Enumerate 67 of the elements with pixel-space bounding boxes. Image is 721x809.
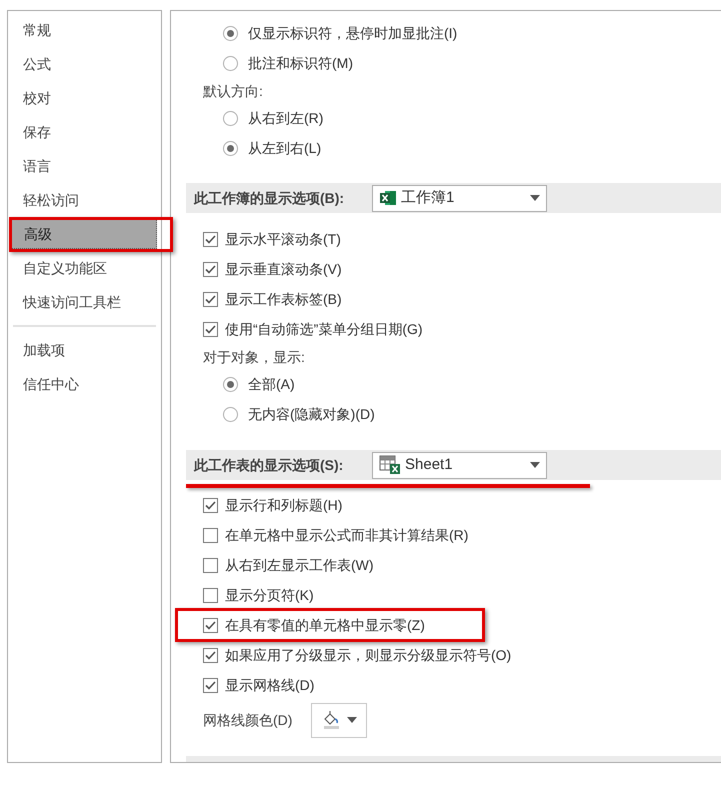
checkbox[interactable]: [203, 648, 218, 663]
sidebar-item[interactable]: 语言: [11, 151, 157, 181]
option-label: 如果应用了分级显示，则显示分级显示符号(O): [225, 646, 512, 665]
group-label: 默认方向:: [203, 82, 263, 101]
caret-icon: [530, 195, 540, 202]
radio-button[interactable]: [223, 111, 238, 126]
option-label: 从右到左(R): [248, 109, 324, 128]
sidebar-item[interactable]: 加载项: [11, 335, 157, 365]
check-icon: [205, 294, 216, 304]
worksheet-icon: [379, 455, 401, 476]
option-label: 从左到右(L): [248, 139, 322, 158]
option-label: 显示分页符(K): [225, 586, 314, 605]
section-title: 此工作簿的显示选项(B):: [194, 188, 346, 208]
option-label: 在单元格中显示公式而非其计算结果(R): [225, 526, 468, 545]
sidebar-item[interactable]: 高级: [11, 219, 157, 249]
check-icon: [205, 680, 216, 690]
sidebar-item[interactable]: 校对: [11, 83, 157, 113]
checkbox[interactable]: [203, 588, 218, 603]
dropdown[interactable]: 工作簿1: [372, 184, 547, 212]
section-title: 此工作表的显示选项(S):: [194, 456, 344, 475]
group-label: 对于对象，显示:: [203, 348, 305, 366]
option-label: 显示网格线(D): [225, 676, 314, 695]
option-label: 无内容(隐藏对象)(D): [248, 404, 375, 424]
option-label: 在具有零值的单元格中显示零(Z): [225, 616, 425, 635]
checkbox[interactable]: [203, 528, 218, 543]
radio-button[interactable]: [223, 26, 238, 42]
option-label: 显示工作表标签(B): [225, 290, 342, 309]
spreadsheet-app-icon: [379, 190, 397, 206]
caret-icon: [530, 462, 540, 468]
option-label: 全部(A): [248, 374, 295, 394]
checkbox[interactable]: [203, 322, 218, 337]
color-picker-button[interactable]: [311, 702, 367, 738]
check-icon: [205, 234, 216, 244]
checkbox[interactable]: [203, 498, 218, 513]
option-label: 显示行和列标题(H): [225, 496, 342, 515]
caret-icon: [347, 717, 357, 724]
option-label: 从右到左显示工作表(W): [225, 556, 374, 575]
sidebar-item[interactable]: 公式: [11, 49, 157, 79]
check-icon: [205, 264, 216, 274]
checkbox[interactable]: [203, 262, 218, 277]
sidebar-item[interactable]: 轻松访问: [11, 185, 157, 215]
checkbox[interactable]: [203, 292, 218, 307]
option-label: 显示水平滚动条(T): [225, 230, 341, 249]
radio-button[interactable]: [223, 376, 238, 392]
option-label: 网格线颜色(D): [203, 710, 294, 730]
radio-button[interactable]: [223, 406, 238, 422]
check-icon: [205, 500, 216, 510]
option-label: 仅显示标识符，悬停时加显批注(I): [248, 24, 458, 44]
paint-bucket-icon: [321, 710, 341, 730]
option-label: 使用“自动筛选”菜单分组日期(G): [225, 320, 423, 339]
option-label: 显示垂直滚动条(V): [225, 260, 342, 279]
radio-button[interactable]: [223, 56, 238, 72]
sidebar-item[interactable]: 自定义功能区: [11, 253, 157, 283]
checkbox[interactable]: [203, 232, 218, 247]
dropdown[interactable]: Sheet1: [372, 452, 547, 479]
check-icon: [205, 650, 216, 660]
sidebar-item[interactable]: 信任中心: [11, 369, 157, 399]
radio-button[interactable]: [223, 141, 238, 156]
checkbox[interactable]: [203, 558, 218, 573]
check-icon: [205, 324, 216, 334]
check-icon: [205, 620, 216, 630]
sidebar-item[interactable]: 常规: [11, 15, 157, 45]
checkbox[interactable]: [203, 618, 218, 633]
sidebar-item[interactable]: 保存: [11, 117, 157, 147]
option-label: 批注和标识符(M): [248, 54, 353, 74]
sidebar-item[interactable]: 快速访问工具栏: [11, 287, 157, 317]
checkbox[interactable]: [203, 678, 218, 693]
